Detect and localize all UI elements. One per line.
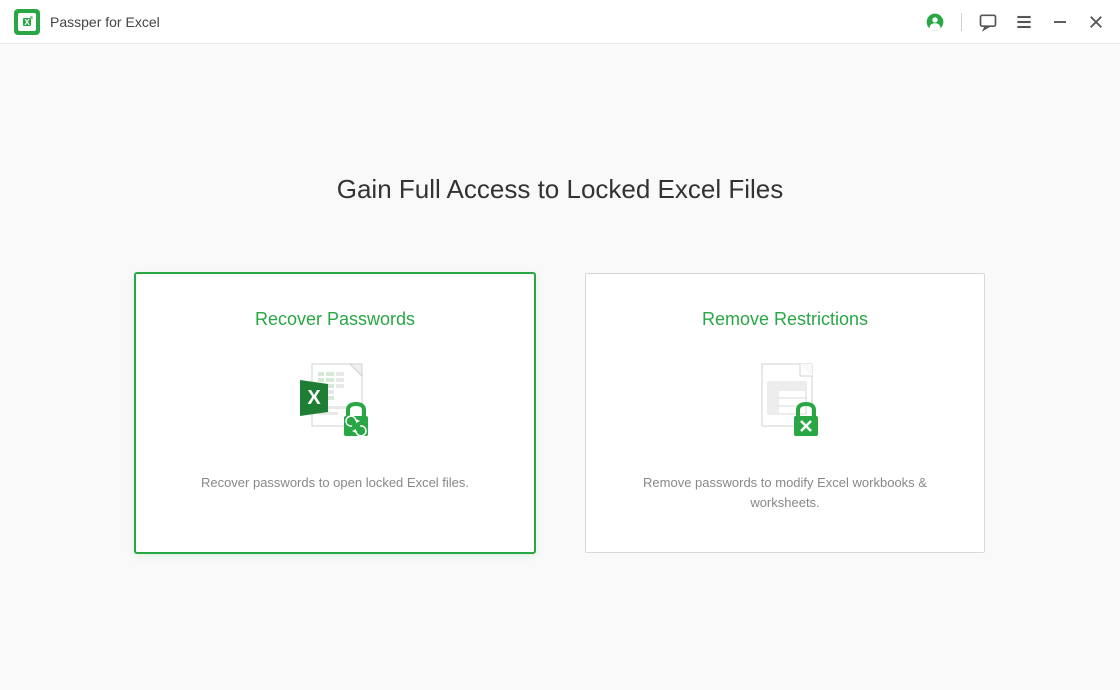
titlebar-right [925,12,1106,32]
app-title: Passper for Excel [50,14,160,30]
svg-text:X: X [307,387,321,409]
recover-card-description: Recover passwords to open locked Excel f… [201,473,469,493]
recover-card-title: Recover Passwords [255,309,415,330]
main-heading: Gain Full Access to Locked Excel Files [337,174,784,205]
recover-passwords-icon: X [290,358,380,448]
menu-icon[interactable] [1014,12,1034,32]
titlebar-divider [961,13,962,31]
titlebar-left: X Passper for Excel [14,9,160,35]
titlebar: X Passper for Excel [0,0,1120,44]
remove-card-description: Remove passwords to modify Excel workboo… [630,473,940,512]
app-logo-icon: X [14,9,40,35]
remove-card-title: Remove Restrictions [702,309,868,330]
recover-passwords-card[interactable]: Recover Passwords [135,273,535,553]
remove-restrictions-icon [740,358,830,448]
svg-text:X: X [24,18,30,27]
feedback-icon[interactable] [978,12,998,32]
cards-container: Recover Passwords [135,273,985,553]
close-icon[interactable] [1086,12,1106,32]
account-icon[interactable] [925,12,945,32]
main-content: Gain Full Access to Locked Excel Files R… [0,44,1120,553]
minimize-icon[interactable] [1050,12,1070,32]
remove-restrictions-card[interactable]: Remove Restrictions [585,273,985,553]
